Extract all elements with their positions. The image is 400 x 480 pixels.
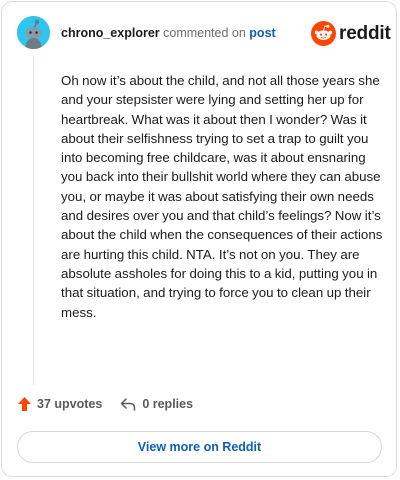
comment-header: chrono_explorer commented on post [61,26,276,40]
user-avatar[interactable] [17,16,50,49]
reddit-wordmark: reddit [339,22,391,44]
commented-on-text: commented on [163,26,246,40]
reply-arrow-icon [121,397,136,411]
post-link[interactable]: post [249,26,275,40]
comment-actions: 37 upvotes 0 replies [18,397,193,411]
view-more-button[interactable]: View more on Reddit [17,431,382,463]
reply-count: 0 replies [142,397,194,411]
snoo-avatar-icon [17,16,50,49]
username-link[interactable]: chrono_explorer [61,26,160,40]
upvote-arrow-icon [18,397,31,411]
upvote-button[interactable]: 37 upvotes [18,397,102,411]
comment-body: Oh now it’s about the child, and not all… [61,73,383,320]
reddit-logo[interactable]: reddit [311,21,391,46]
thread-line [33,55,34,385]
view-more-label: View more on Reddit [137,440,262,454]
upvote-count: 37 upvotes [37,397,103,411]
reddit-alien-icon [311,21,336,46]
reply-button[interactable]: 0 replies [120,397,193,411]
